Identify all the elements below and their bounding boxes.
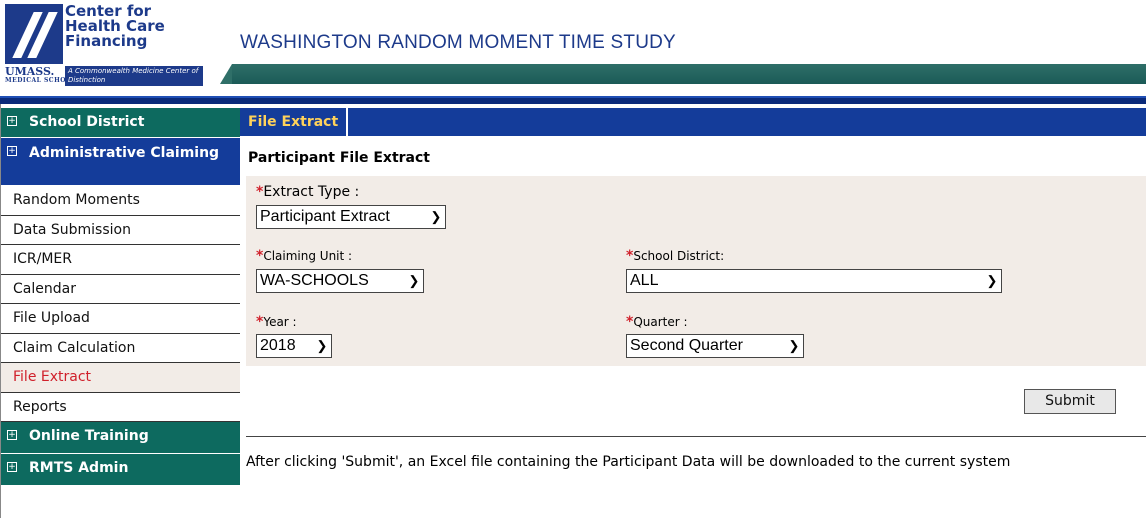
school-district-value: ALL xyxy=(630,272,659,289)
sidebar-section-label: Administrative Claiming xyxy=(29,145,220,161)
claiming-unit-label: *Claiming Unit : xyxy=(256,248,352,264)
tab-bar: File Extract xyxy=(240,108,1146,136)
chevron-down-icon: ❯ xyxy=(316,338,328,353)
sidebar-item-claim-calculation[interactable]: Claim Calculation xyxy=(1,333,240,363)
chevron-down-icon: ❯ xyxy=(986,273,998,288)
sidebar-item-icr-mer[interactable]: ICR/MER xyxy=(1,245,240,275)
school-district-select[interactable]: ALL ❯ xyxy=(626,269,1002,293)
main-content: File Extract Participant File Extract *E… xyxy=(240,108,1146,518)
sidebar-item-reports[interactable]: Reports xyxy=(1,392,240,422)
logo-tagline: A Commonwealth Medicine Center of Distin… xyxy=(65,66,203,86)
sidebar-section-administrative-claiming[interactable]: + Administrative Claiming xyxy=(1,138,240,186)
sidebar-item-data-submission[interactable]: Data Submission xyxy=(1,215,240,245)
download-note: After clicking 'Submit', an Excel file c… xyxy=(246,454,1011,470)
claiming-unit-select[interactable]: WA-SCHOOLS ❯ xyxy=(256,269,424,293)
tab-file-extract[interactable]: File Extract xyxy=(240,108,349,136)
expand-icon[interactable]: + xyxy=(7,430,17,440)
header: Center for Health Care Financing UMASS. … xyxy=(0,0,1146,96)
extract-type-label-text: Extract Type : xyxy=(263,184,360,200)
sidebar: + School District + Administrative Claim… xyxy=(1,108,240,486)
sidebar-section-label: RMTS Admin xyxy=(29,460,129,476)
sidebar-item-calendar[interactable]: Calendar xyxy=(1,274,240,304)
extract-type-select[interactable]: Participant Extract ❯ xyxy=(256,205,446,229)
page-title: Participant File Extract xyxy=(248,150,430,166)
extract-type-value: Participant Extract xyxy=(260,208,390,225)
claiming-unit-label-text: Claiming Unit : xyxy=(263,249,353,263)
organization-logo: Center for Health Care Financing UMASS. … xyxy=(5,4,231,90)
claiming-unit-value: WA-SCHOOLS xyxy=(260,272,369,289)
year-label-text: Year : xyxy=(263,315,297,329)
app-title: WASHINGTON RANDOM MOMENT TIME STUDY xyxy=(240,32,676,53)
extract-form: *Extract Type : Participant Extract ❯ *C… xyxy=(246,176,1146,366)
quarter-value: Second Quarter xyxy=(630,337,743,354)
expand-icon[interactable]: + xyxy=(7,116,17,126)
sidebar-item-file-extract[interactable]: File Extract xyxy=(1,363,240,393)
expand-icon[interactable]: + xyxy=(7,146,17,156)
sidebar-section-label: School District xyxy=(29,114,145,130)
school-district-label: *School District: xyxy=(626,248,724,264)
year-label: *Year : xyxy=(256,314,297,330)
sidebar-section-rmts-admin[interactable]: + RMTS Admin xyxy=(1,454,240,486)
expand-icon[interactable]: + xyxy=(7,462,17,472)
extract-type-label: *Extract Type : xyxy=(256,184,359,200)
logo-line3: Financing xyxy=(65,32,148,50)
submit-button[interactable]: Submit xyxy=(1024,389,1116,414)
sidebar-item-random-moments[interactable]: Random Moments xyxy=(1,186,240,216)
chevron-down-icon: ❯ xyxy=(408,273,420,288)
quarter-label: *Quarter : xyxy=(626,314,688,330)
logo-mark-icon xyxy=(5,4,63,64)
sidebar-section-school-district[interactable]: + School District xyxy=(1,108,240,138)
sidebar-item-file-upload[interactable]: File Upload xyxy=(1,304,240,334)
chevron-down-icon: ❯ xyxy=(430,209,442,224)
year-select[interactable]: 2018 ❯ xyxy=(256,334,332,358)
sidebar-section-online-training[interactable]: + Online Training xyxy=(1,422,240,454)
sidebar-section-label: Online Training xyxy=(29,428,149,444)
header-divider xyxy=(0,96,1146,104)
school-district-label-text: School District: xyxy=(633,249,725,263)
year-value: 2018 xyxy=(260,337,296,354)
logo-text: Center for Health Care Financing xyxy=(65,4,165,49)
quarter-label-text: Quarter : xyxy=(633,315,688,329)
chevron-down-icon: ❯ xyxy=(788,338,800,353)
divider xyxy=(246,436,1146,437)
quarter-select[interactable]: Second Quarter ❯ xyxy=(626,334,804,358)
header-band xyxy=(220,64,1146,84)
